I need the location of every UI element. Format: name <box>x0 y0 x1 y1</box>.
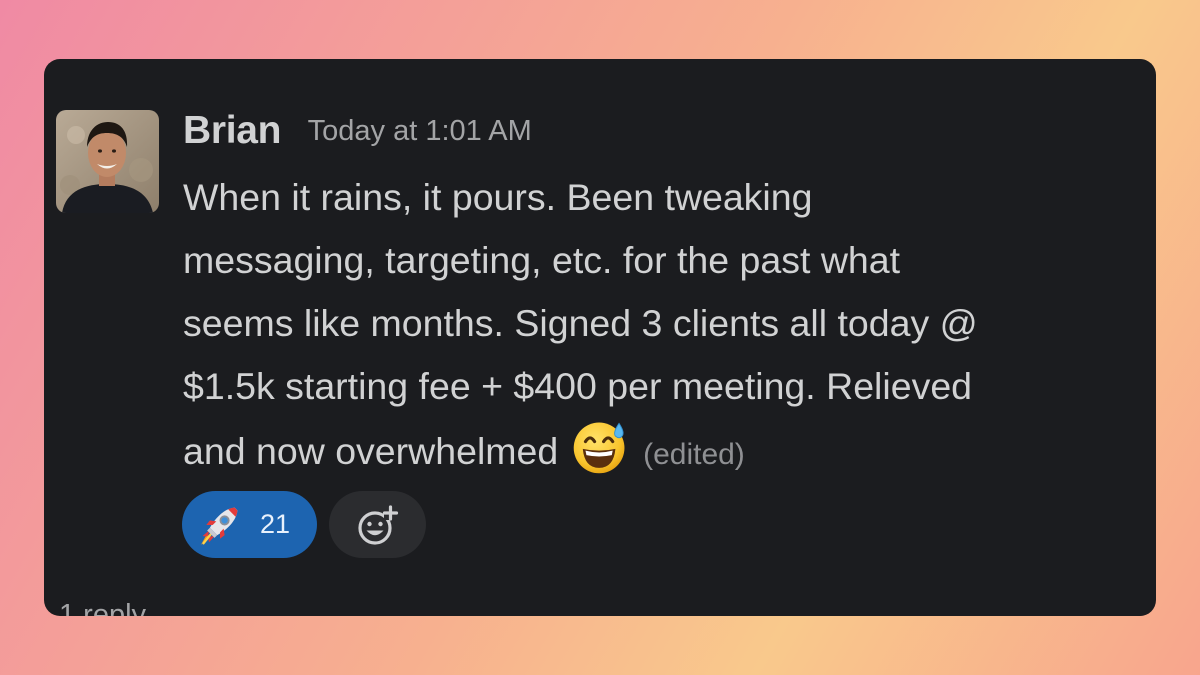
message-timestamp[interactable]: Today at 1:01 AM <box>308 115 532 147</box>
thread-reply-count[interactable]: 1 reply <box>59 599 146 616</box>
message-body: When it rains, it pours. Been tweaking m… <box>183 166 1103 486</box>
reactions-bar: 21 <box>182 491 426 558</box>
add-reaction-button[interactable] <box>329 491 426 558</box>
author-name[interactable]: Brian <box>183 109 282 152</box>
reaction-rocket[interactable]: 21 <box>182 491 317 558</box>
rocket-icon <box>200 507 238 545</box>
avatar[interactable] <box>56 110 159 213</box>
message-header: Brian Today at 1:01 AM <box>183 109 532 153</box>
message-text-line: seems like months. Signed 3 clients all … <box>183 302 978 344</box>
reaction-count: 21 <box>260 509 291 539</box>
message-card: Brian Today at 1:01 AM When it rains, it… <box>44 59 1156 616</box>
message-text-line: and now overwhelmed <box>183 430 559 472</box>
message-text-line: messaging, targeting, etc. for the past … <box>183 239 901 281</box>
add-emoji-icon <box>357 504 398 545</box>
edited-label: (edited) <box>643 438 745 471</box>
avatar-photo <box>56 110 159 213</box>
message-text-line: $1.5k starting fee + $400 per meeting. R… <box>183 365 973 407</box>
grinning-face-with-sweat-icon <box>573 422 625 474</box>
message-last-line: and now overwhelmed (edited) <box>183 418 1103 486</box>
message-text-line: When it rains, it pours. Been tweaking <box>183 176 813 218</box>
